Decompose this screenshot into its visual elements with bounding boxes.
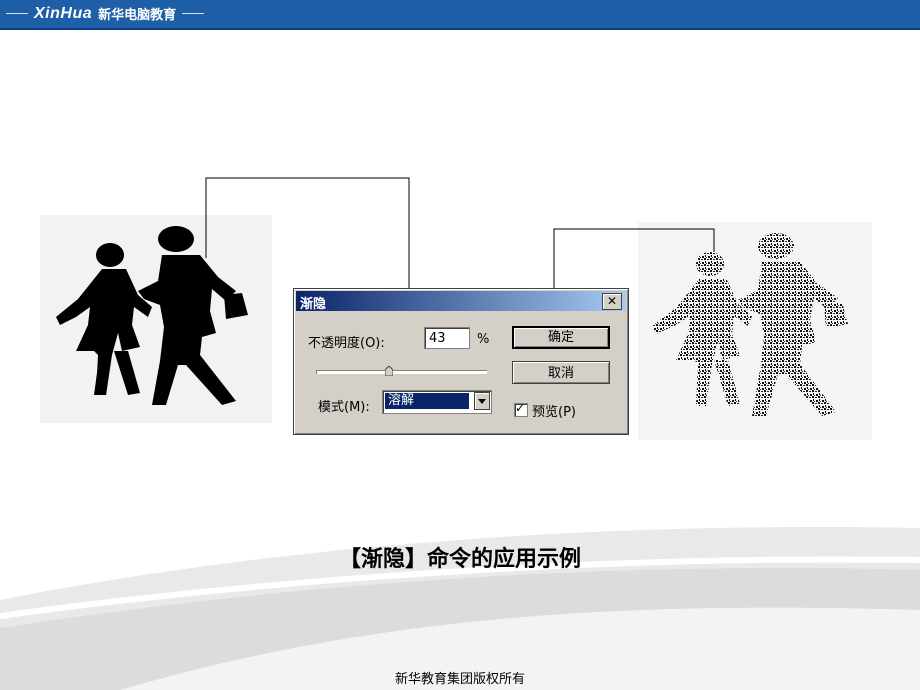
original-image-panel xyxy=(40,215,272,423)
brand-rule-right xyxy=(182,13,205,14)
pedestrians-silhouette-dissolved xyxy=(652,233,848,416)
opacity-input[interactable]: 43 xyxy=(424,327,470,349)
brand-rule-left xyxy=(6,13,28,14)
close-icon: ✕ xyxy=(606,294,618,308)
preview-label: 预览(P) xyxy=(532,405,576,420)
brand-cn: 新华电脑教育 xyxy=(98,8,177,23)
ok-button[interactable]: 确定 xyxy=(512,326,610,349)
chevron-down-icon[interactable] xyxy=(474,392,490,410)
percent-sign: % xyxy=(477,332,490,347)
copyright-footer: 新华教育集团版权所有 xyxy=(394,672,525,687)
opacity-label: 不透明度(O): xyxy=(308,336,385,351)
mode-select[interactable]: 溶解 xyxy=(382,390,492,414)
pedestrians-silhouette-original xyxy=(56,226,248,405)
slide-caption: 【渐隐】命令的应用示例 xyxy=(338,547,581,572)
close-button[interactable]: ✕ xyxy=(602,293,622,310)
brand-logo: XinHua 新华电脑教育 xyxy=(6,4,205,23)
mode-selected-value: 溶解 xyxy=(385,393,469,409)
opacity-slider-thumb[interactable] xyxy=(385,366,394,376)
dissolved-image-panel xyxy=(638,222,872,440)
fade-dialog: 渐隐 ✕ 不透明度(O): 43 % 模式(M): 溶解 确定 取消 预览(P) xyxy=(293,288,629,435)
opacity-slider-track[interactable] xyxy=(316,370,487,374)
brand-latin: XinHua xyxy=(34,4,93,22)
preview-checkbox[interactable] xyxy=(514,401,528,417)
dialog-titlebar[interactable]: 渐隐 ✕ xyxy=(296,291,626,312)
cancel-button[interactable]: 取消 xyxy=(512,361,610,384)
dialog-title: 渐隐 xyxy=(300,297,327,312)
mode-label: 模式(M): xyxy=(318,400,370,415)
header-bar: XinHua 新华电脑教育 xyxy=(0,0,920,30)
